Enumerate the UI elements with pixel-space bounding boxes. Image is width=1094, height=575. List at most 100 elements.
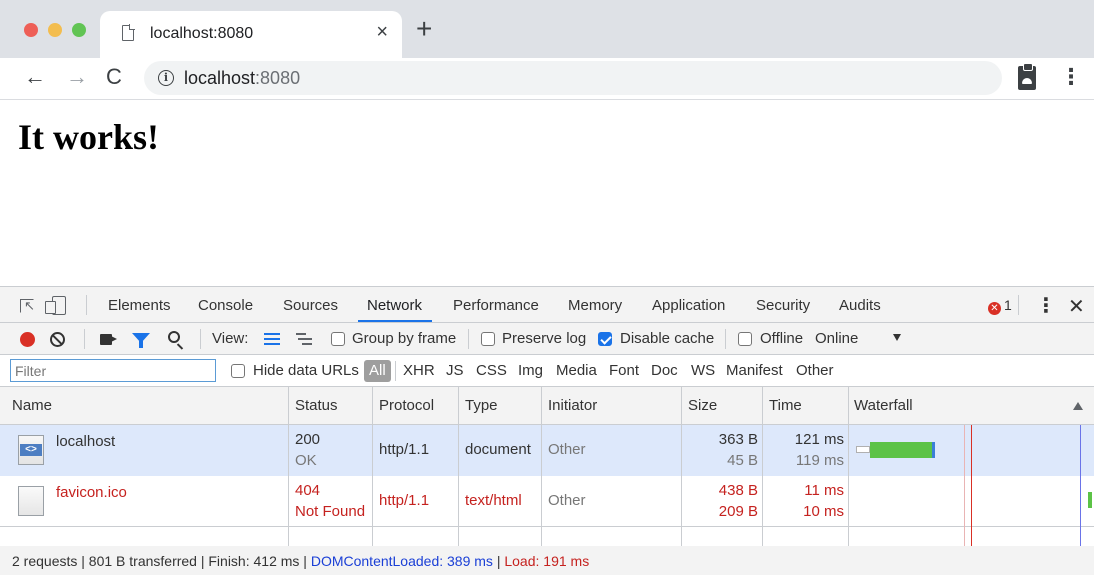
active-tab-indicator (358, 320, 432, 322)
status-text: Not Found (295, 503, 366, 520)
type-filter-other[interactable]: Other (796, 362, 834, 379)
column-header-initiator[interactable]: Initiator (548, 397, 597, 414)
tab-security[interactable]: Security (756, 297, 810, 314)
filter-input[interactable] (10, 359, 216, 382)
clipboard-extension-icon[interactable] (1018, 63, 1036, 90)
status-code: 200 (295, 431, 321, 448)
type-filter-manifest[interactable]: Manifest (726, 362, 783, 379)
type-filter-ws[interactable]: WS (691, 362, 715, 379)
tab-application[interactable]: Application (652, 297, 725, 314)
column-header-type[interactable]: Type (465, 397, 498, 414)
latency: 119 ms (795, 452, 844, 469)
tab-performance[interactable]: Performance (453, 297, 539, 314)
address-bar[interactable]: i localhost:8080 (144, 61, 1002, 95)
column-header-time[interactable]: Time (769, 397, 802, 414)
column-divider (681, 387, 682, 546)
clear-icon[interactable] (50, 332, 65, 347)
blank-document-icon (18, 486, 44, 516)
column-divider (372, 387, 373, 546)
tab-memory[interactable]: Memory (568, 297, 622, 314)
type-filter-xhr[interactable]: XHR (403, 362, 435, 379)
window-maximize-button[interactable] (72, 23, 86, 37)
divider (395, 361, 396, 381)
page-icon (122, 24, 135, 41)
error-count-badge[interactable]: ✕ 1 (988, 297, 1012, 315)
error-icon: ✕ (988, 302, 1001, 315)
tab-audits[interactable]: Audits (839, 297, 881, 314)
type-filter-all[interactable]: All (364, 360, 391, 382)
resource-size: 209 B (718, 503, 758, 520)
group-by-frame-checkbox[interactable] (331, 332, 345, 346)
error-count: 1 (1004, 297, 1012, 313)
back-button[interactable]: ← (24, 64, 46, 90)
network-summary-bar: 2 requests | 801 B transferred | Finish:… (0, 546, 1094, 575)
column-header-name[interactable]: Name (12, 397, 52, 414)
column-header-size[interactable]: Size (688, 397, 717, 414)
column-divider (848, 387, 849, 546)
preserve-log-checkbox[interactable] (481, 332, 495, 346)
column-header-waterfall[interactable]: Waterfall (854, 397, 913, 414)
column-divider (541, 387, 542, 546)
divider (84, 329, 85, 349)
type-filter-font[interactable]: Font (609, 362, 639, 379)
url-host: localhost (184, 68, 256, 88)
offline-checkbox[interactable] (738, 332, 752, 346)
window-close-button[interactable] (24, 23, 38, 37)
forward-button[interactable]: → (66, 64, 88, 90)
resource-type: text/html (465, 492, 522, 509)
large-rows-icon[interactable] (264, 333, 280, 345)
screenshot-camera-icon[interactable] (100, 334, 117, 345)
network-toolbar: View: Group by frame Preserve log Disabl… (0, 323, 1094, 355)
divider (200, 329, 201, 349)
devtools-tab-bar: Elements Console Sources Network Perform… (0, 287, 1094, 323)
window-minimize-button[interactable] (48, 23, 62, 37)
tab-sources[interactable]: Sources (283, 297, 338, 314)
devtools-close-icon[interactable]: ✕ (1068, 294, 1085, 319)
column-header-status[interactable]: Status (295, 397, 338, 414)
tab-network[interactable]: Network (367, 297, 422, 314)
waterfall-download-bar[interactable] (870, 442, 932, 458)
request-name[interactable]: favicon.ico (56, 484, 127, 501)
preserve-log-label: Preserve log (502, 330, 587, 347)
reload-button[interactable]: C (106, 64, 122, 90)
tab-elements[interactable]: Elements (108, 297, 171, 314)
browser-menu-icon[interactable]: ⋮ (1060, 64, 1082, 90)
load-event-line (971, 425, 972, 546)
disable-cache-label: Disable cache (620, 330, 715, 347)
search-icon[interactable] (168, 331, 180, 343)
waterfall-download-bar[interactable] (1088, 492, 1092, 508)
initiator: Other (548, 441, 586, 458)
divider (1018, 295, 1019, 315)
tab-close-icon[interactable]: × (376, 21, 388, 44)
column-header-protocol[interactable]: Protocol (379, 397, 434, 414)
filter-bar: Hide data URLs All XHR JS CSS Img Media … (0, 355, 1094, 387)
overview-waterfall-icon[interactable] (296, 333, 312, 345)
record-icon[interactable] (20, 332, 35, 347)
table-row[interactable]: localhost 200 OK http/1.1 document Other… (0, 425, 1094, 476)
devtools-more-icon[interactable]: ⋮ (1036, 293, 1056, 318)
html-document-icon (18, 435, 44, 465)
hide-data-urls-checkbox[interactable] (231, 364, 245, 378)
type-filter-img[interactable]: Img (518, 362, 543, 379)
browser-tab[interactable]: localhost:8080 × (100, 11, 402, 58)
initiator: Other (548, 492, 586, 509)
site-info-icon[interactable]: i (158, 70, 174, 86)
inspect-element-icon[interactable] (20, 298, 35, 314)
sort-ascending-icon[interactable] (1073, 402, 1083, 410)
tab-console[interactable]: Console (198, 297, 253, 314)
throttling-select[interactable]: Online (815, 330, 858, 347)
type-filter-media[interactable]: Media (556, 362, 597, 379)
new-tab-button[interactable]: + (416, 15, 432, 43)
request-name[interactable]: localhost (56, 433, 115, 450)
type-filter-doc[interactable]: Doc (651, 362, 678, 379)
device-toolbar-icon[interactable] (45, 296, 66, 315)
chevron-down-icon[interactable] (893, 334, 901, 341)
disable-cache-checkbox[interactable] (598, 332, 612, 346)
table-row[interactable]: favicon.ico 404 Not Found http/1.1 text/… (0, 476, 1094, 527)
type-filter-js[interactable]: JS (446, 362, 464, 379)
url-text[interactable]: localhost:8080 (184, 68, 300, 89)
transfer-size: 438 B (718, 482, 758, 499)
filter-icon[interactable] (132, 333, 150, 348)
type-filter-css[interactable]: CSS (476, 362, 507, 379)
summary-text: 2 requests | 801 B transferred | Finish:… (12, 553, 311, 569)
